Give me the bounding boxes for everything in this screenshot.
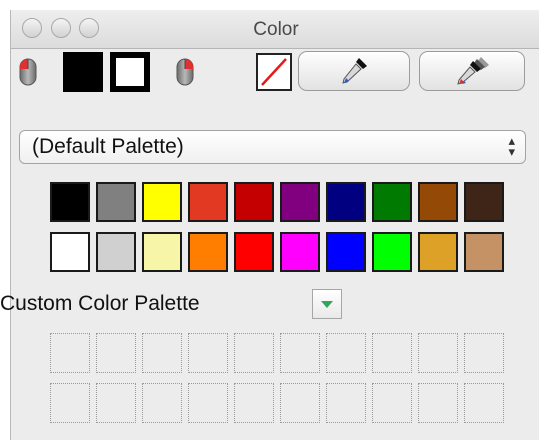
custom-palette-grid xyxy=(50,333,504,423)
color-swatch[interactable] xyxy=(372,232,412,272)
close-window-button[interactable] xyxy=(22,18,42,38)
custom-palette-label: Custom Color Palette xyxy=(0,292,200,315)
color-swatch[interactable] xyxy=(234,182,274,222)
eyedropper-icon xyxy=(342,58,367,84)
no-color-button[interactable] xyxy=(256,53,292,91)
color-swatch[interactable] xyxy=(188,182,228,222)
custom-color-slot[interactable] xyxy=(188,383,228,423)
custom-color-slot[interactable] xyxy=(372,333,412,373)
color-swatch[interactable] xyxy=(234,232,274,272)
custom-color-slot[interactable] xyxy=(464,333,504,373)
color-swatch[interactable] xyxy=(464,232,504,272)
stroke-color-swatch[interactable] xyxy=(110,52,150,92)
custom-color-slot[interactable] xyxy=(326,333,366,373)
color-swatch[interactable] xyxy=(50,182,90,222)
left-mouse-icon xyxy=(19,58,37,86)
fill-color-swatch[interactable] xyxy=(63,52,103,92)
custom-color-slot[interactable] xyxy=(372,383,412,423)
palette-select-value: (Default Palette) xyxy=(32,135,184,158)
window-title: Color xyxy=(253,19,299,40)
custom-color-slot[interactable] xyxy=(418,383,458,423)
right-mouse-icon xyxy=(176,58,194,86)
triangle-down-icon xyxy=(321,301,333,308)
color-swatch[interactable] xyxy=(280,232,320,272)
custom-color-slot[interactable] xyxy=(96,333,136,373)
custom-palette-menu-button[interactable] xyxy=(312,289,342,319)
color-swatch[interactable] xyxy=(418,232,458,272)
color-swatch[interactable] xyxy=(50,232,90,272)
updown-arrows-icon: ▴ ▾ xyxy=(508,133,515,159)
title-bar: Color xyxy=(11,10,539,49)
custom-color-slot[interactable] xyxy=(50,383,90,423)
color-swatch[interactable] xyxy=(326,182,366,222)
multi-eyedropper-button[interactable] xyxy=(419,51,525,91)
eyedropper-button[interactable] xyxy=(298,51,410,91)
zoom-window-button[interactable] xyxy=(79,18,99,38)
default-palette-grid xyxy=(50,182,504,272)
custom-color-slot[interactable] xyxy=(464,383,504,423)
custom-color-slot[interactable] xyxy=(142,383,182,423)
color-swatch[interactable] xyxy=(418,182,458,222)
color-swatch[interactable] xyxy=(464,182,504,222)
color-swatch[interactable] xyxy=(96,232,136,272)
minimize-window-button[interactable] xyxy=(51,18,71,38)
color-swatch[interactable] xyxy=(372,182,412,222)
custom-color-slot[interactable] xyxy=(188,333,228,373)
custom-color-slot[interactable] xyxy=(142,333,182,373)
color-swatch[interactable] xyxy=(188,232,228,272)
color-swatch[interactable] xyxy=(326,232,366,272)
color-swatch[interactable] xyxy=(142,232,182,272)
custom-color-slot[interactable] xyxy=(50,333,90,373)
custom-color-slot[interactable] xyxy=(326,383,366,423)
color-swatch[interactable] xyxy=(280,182,320,222)
custom-color-slot[interactable] xyxy=(280,333,320,373)
color-swatch[interactable] xyxy=(142,182,182,222)
no-color-icon xyxy=(261,58,287,86)
palette-select[interactable]: (Default Palette) ▴ ▾ xyxy=(19,130,526,164)
custom-color-slot[interactable] xyxy=(234,333,274,373)
custom-color-slot[interactable] xyxy=(234,383,274,423)
custom-color-slot[interactable] xyxy=(280,383,320,423)
custom-color-slot[interactable] xyxy=(418,333,458,373)
custom-color-slot[interactable] xyxy=(96,383,136,423)
multi-eyedropper-icon xyxy=(457,57,489,85)
color-swatch[interactable] xyxy=(96,182,136,222)
